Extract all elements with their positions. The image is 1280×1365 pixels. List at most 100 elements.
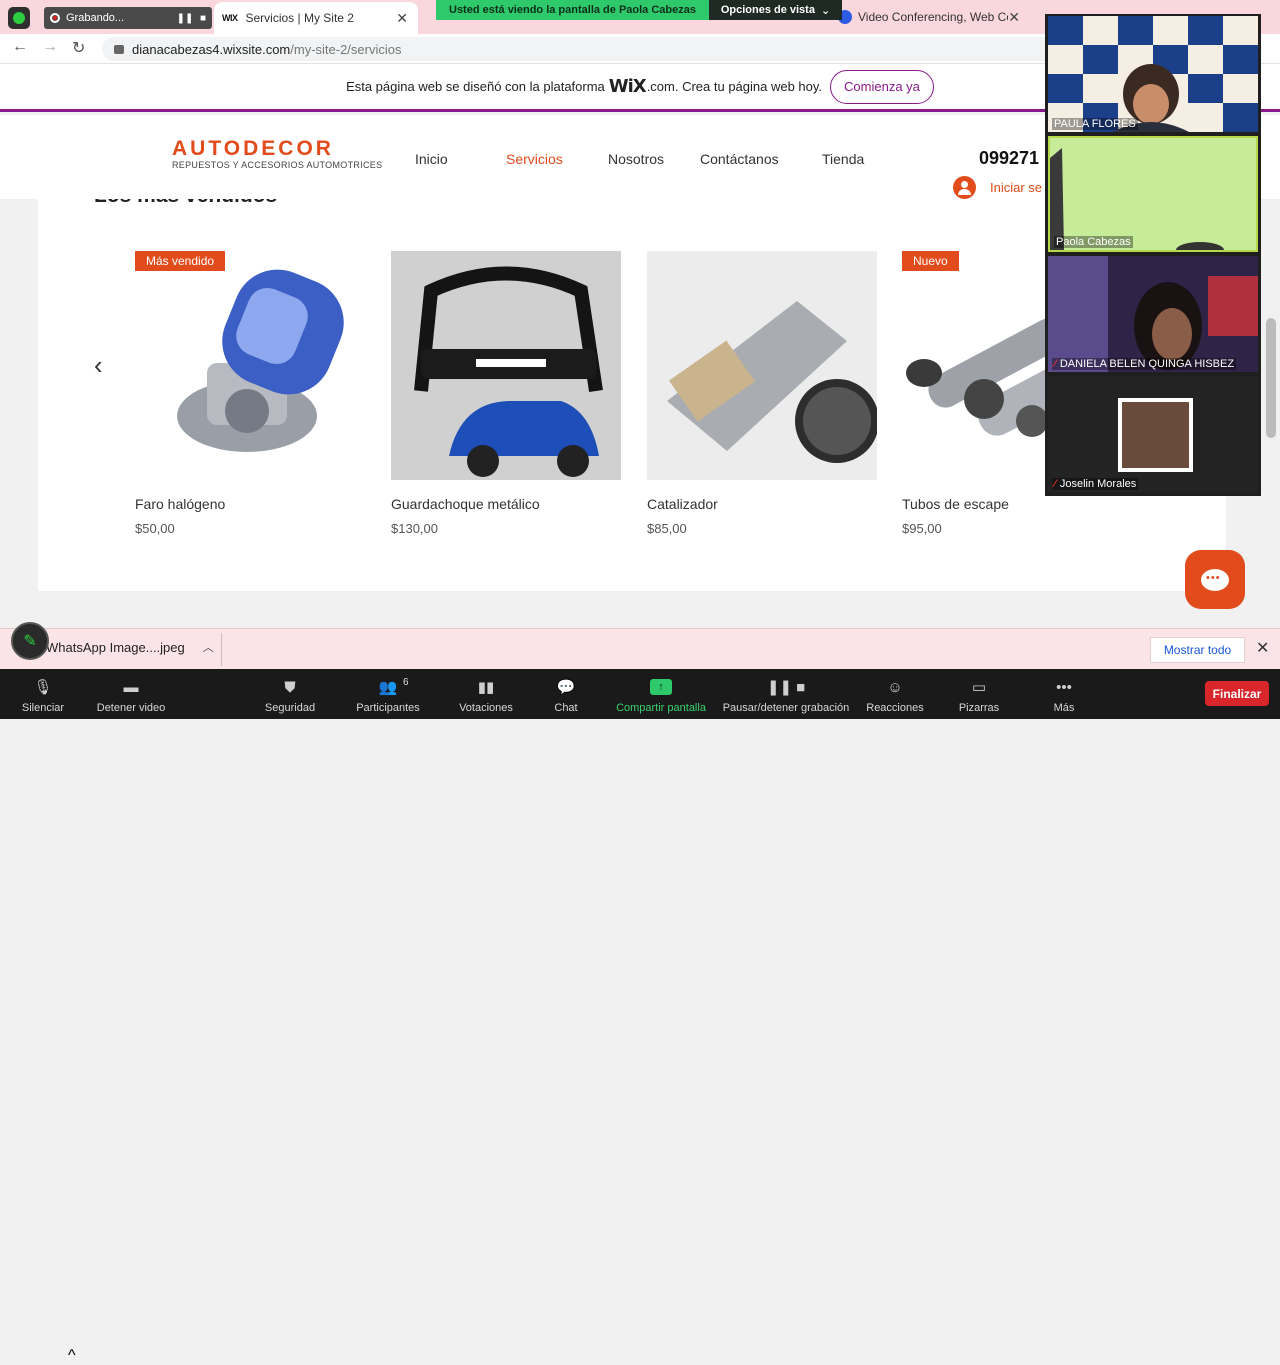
participant-tile[interactable]: ⁄ Joselin Morales (1048, 376, 1258, 492)
security-button[interactable]: ⛊ Seguridad (258, 669, 322, 719)
zoom-toolbar: 🎙 Silenciar ^ ▬ Detener video ⛊ Segurida… (0, 669, 1280, 1364)
reactions-button[interactable]: ☺ Reacciones (864, 669, 926, 719)
user-avatar-icon (953, 176, 976, 199)
wix-logo[interactable]: WiX (609, 76, 647, 97)
wix-favicon-icon: WIX (222, 13, 238, 23)
product-image[interactable]: Más vendido (135, 251, 365, 480)
whiteboard-icon: ▭ (971, 679, 987, 696)
polls-button[interactable]: ▮▮ Votaciones (454, 669, 518, 719)
url-path: /my-site-2/servicios (290, 41, 402, 57)
divider (221, 633, 222, 666)
more-dots-icon: ••• (1056, 678, 1072, 696)
participant-name: ⁄ DANIELA BELEN QUINGA HISBEZ (1052, 358, 1237, 370)
participant-tile[interactable]: Paola Cabezas (1048, 136, 1258, 252)
whiteboards-button[interactable]: ▭ Pizarras (955, 669, 1003, 719)
site-logo[interactable]: AUTODECOR REPUESTOS Y ACCESORIOS AUTOMOT… (172, 137, 382, 170)
product-price: $85,00 (647, 521, 687, 536)
product-card[interactable]: Catalizador $85,00 (647, 251, 877, 536)
participant-tile[interactable]: ⁄ DANIELA BELEN QUINGA HISBEZ (1048, 256, 1258, 372)
recording-label: Grabando... (66, 12, 125, 24)
close-tab-icon[interactable]: ✕ (1008, 9, 1020, 26)
participants-button[interactable]: 👥 Participantes (350, 669, 426, 719)
carousel-prev-icon[interactable]: ‹ (94, 350, 103, 381)
product-price: $130,00 (391, 521, 438, 536)
participant-count-badge: 6 (403, 677, 409, 688)
view-options-label: Opciones de vista (720, 4, 815, 16)
pause-recording-icon[interactable]: ❚❚ (176, 13, 194, 24)
participant-name: PAULA FLORES (1052, 118, 1138, 130)
participant-tile[interactable]: PAULA FLORES (1048, 16, 1258, 132)
participant-name-text: DANIELA BELEN QUINGA HISBEZ (1059, 358, 1235, 370)
start-now-button[interactable]: Comienza ya (830, 69, 934, 104)
more-button[interactable]: ••• Más (1046, 669, 1082, 719)
participant-video-panel: PAULA FLORES Paola Cabezas ⁄ DANIELA BELE… (1045, 14, 1261, 496)
product-image[interactable] (647, 251, 877, 480)
chat-icon: 💬 (556, 679, 576, 696)
product-name[interactable]: Faro halógeno (135, 496, 365, 512)
mute-label: Silenciar (21, 702, 65, 714)
forward-icon[interactable]: → (42, 38, 58, 56)
more-label: Más (1053, 702, 1075, 714)
nav-servicios[interactable]: Servicios (506, 151, 563, 167)
mute-button[interactable]: 🎙 Silenciar (14, 669, 72, 719)
share-screen-button[interactable]: ↑ Compartir pantalla (612, 669, 710, 719)
reactions-label: Reacciones (866, 702, 924, 714)
download-item[interactable]: WhatsApp Image....jpeg ︿ (20, 639, 214, 655)
reload-icon[interactable]: ↻ (72, 38, 85, 58)
participant-video-image (1050, 138, 1256, 250)
product-card[interactable]: Más vendido Faro halógeno $50,00 (135, 251, 365, 536)
page-scrollbar[interactable] (1266, 318, 1276, 438)
brand-name: AUTODECOR (172, 137, 334, 160)
bar-chart-icon: ▮▮ (477, 679, 495, 696)
product-card[interactable]: Guardachoque metálico $130,00 (391, 251, 621, 536)
security-label: Seguridad (264, 702, 316, 714)
product-name[interactable]: Tubos de escape (902, 496, 1132, 512)
annotate-pen-icon[interactable]: ✎ (11, 622, 49, 660)
share-label: Compartir pantalla (616, 702, 706, 714)
record-controls-button[interactable]: ❚❚ ■ Pausar/detener grabación (720, 669, 852, 719)
participant-avatar (1118, 398, 1193, 472)
site-chat-button[interactable] (1185, 550, 1245, 609)
product-image[interactable] (391, 251, 621, 480)
download-bar: WhatsApp Image....jpeg ︿ Mostrar todo ✕ (0, 628, 1280, 669)
shield-icon: ⛊ (284, 678, 296, 696)
stop-video-button[interactable]: ▬ Detener video (90, 669, 172, 719)
extension-shield-icon[interactable] (8, 7, 30, 29)
whiteboards-label: Pizarras (958, 702, 1000, 714)
tab-video-conferencing[interactable]: Video Conferencing, Web Co ✕ (832, 4, 1028, 30)
catalytic-converter-image (647, 251, 877, 480)
chevron-up-icon[interactable]: ^ (68, 1347, 76, 1365)
login-link[interactable]: Iniciar se (953, 176, 1042, 199)
microphone-icon: 🎙 (33, 679, 53, 696)
record-label: Pausar/detener grabación (722, 702, 850, 714)
tab-title: Servicios | My Site 2 (245, 11, 354, 25)
end-meeting-button[interactable]: Finalizar (1205, 681, 1269, 706)
chat-label: Chat (554, 702, 578, 714)
nav-nosotros[interactable]: Nosotros (608, 151, 664, 167)
screen-share-banner: Usted está viendo la pantalla de Paola C… (436, 0, 709, 20)
chevron-up-icon[interactable]: ︿ (203, 639, 214, 655)
headlight-bulb-image (177, 269, 344, 452)
product-ribbon: Más vendido (135, 251, 226, 271)
login-label: Iniciar se (990, 180, 1043, 195)
tab-servicios[interactable]: WIX Servicios | My Site 2 ✕ (214, 2, 418, 34)
chat-button[interactable]: 💬 Chat (545, 669, 587, 719)
show-all-button[interactable]: Mostrar todo (1150, 637, 1245, 663)
close-icon[interactable]: ✕ (1256, 638, 1269, 658)
video-camera-icon: ▬ (123, 678, 139, 696)
wix-banner-text-2: .com. Crea tu página web hoy. (646, 79, 823, 94)
recording-indicator: Grabando... ❚❚ ■ (44, 7, 212, 29)
chevron-down-icon: ⌄ (820, 4, 831, 17)
nav-inicio[interactable]: Inicio (415, 151, 448, 167)
product-name[interactable]: Catalizador (647, 496, 877, 512)
product-name[interactable]: Guardachoque metálico (391, 496, 621, 512)
back-icon[interactable]: ← (12, 38, 28, 56)
product-ribbon: Nuevo (902, 251, 959, 271)
tab-title: Video Conferencing, Web Co (858, 10, 1009, 24)
view-options-button[interactable]: Opciones de vista ⌄ (709, 0, 842, 20)
nav-contactanos[interactable]: Contáctanos (700, 151, 779, 167)
nav-tienda[interactable]: Tienda (822, 151, 864, 167)
phone-number: 099271 (979, 148, 1040, 168)
stop-recording-icon[interactable]: ■ (194, 13, 212, 24)
close-tab-icon[interactable]: ✕ (396, 10, 408, 27)
